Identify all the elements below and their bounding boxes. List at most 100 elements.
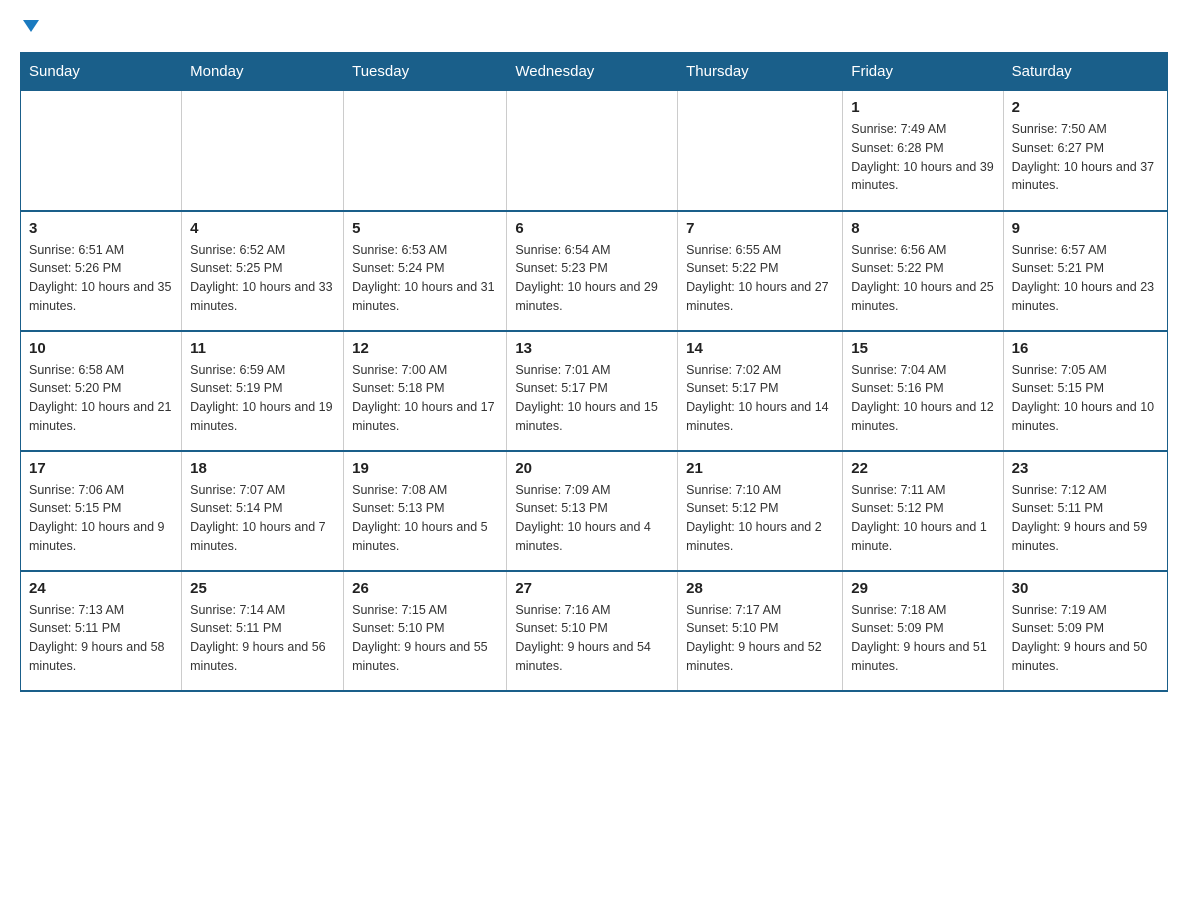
- day-number: 18: [190, 460, 335, 477]
- logo: [20, 20, 39, 32]
- day-detail: Sunrise: 7:14 AMSunset: 5:11 PMDaylight:…: [190, 601, 335, 676]
- day-number: 17: [29, 460, 173, 477]
- calendar-cell: 5 Sunrise: 6:53 AMSunset: 5:24 PMDaylight…: [344, 211, 507, 331]
- day-detail: Sunrise: 7:13 AMSunset: 5:11 PMDaylight:…: [29, 601, 173, 676]
- calendar-cell: 11 Sunrise: 6:59 AMSunset: 5:19 PMDayligh…: [182, 331, 344, 451]
- calendar-cell: 9 Sunrise: 6:57 AMSunset: 5:21 PMDaylight…: [1003, 211, 1167, 331]
- calendar-week-row: 24Sunrise: 7:13 AMSunset: 5:11 PMDayligh…: [21, 571, 1168, 691]
- day-detail: Sunrise: 7:09 AMSunset: 5:13 PMDaylight:…: [515, 481, 669, 556]
- calendar-cell: 21Sunrise: 7:10 AMSunset: 5:12 PMDayligh…: [678, 451, 843, 571]
- page-header: [20, 20, 1168, 32]
- calendar-cell: 22 Sunrise: 7:11 AMSunset: 5:12 PMDayligh…: [843, 451, 1003, 571]
- day-number: 7: [686, 220, 834, 237]
- calendar-cell: 15 Sunrise: 7:04 AMSunset: 5:16 PMDayligh…: [843, 331, 1003, 451]
- calendar-cell: 29 Sunrise: 7:18 AMSunset: 5:09 PMDayligh…: [843, 571, 1003, 691]
- day-detail: Sunrise: 6:58 AMSunset: 5:20 PMDaylight:…: [29, 361, 173, 436]
- day-detail: Sunrise: 7:04 AMSunset: 5:16 PMDaylight:…: [851, 361, 994, 436]
- weekday-header-row: SundayMondayTuesdayWednesdayThursdayFrid…: [21, 53, 1168, 91]
- calendar-cell: 20 Sunrise: 7:09 AMSunset: 5:13 PMDayligh…: [507, 451, 678, 571]
- day-detail: Sunrise: 7:16 AMSunset: 5:10 PMDaylight:…: [515, 601, 669, 676]
- calendar-cell: 16Sunrise: 7:05 AMSunset: 5:15 PMDayligh…: [1003, 331, 1167, 451]
- calendar-cell: [344, 91, 507, 211]
- weekday-header-thursday: Thursday: [678, 53, 843, 91]
- day-detail: Sunrise: 6:59 AMSunset: 5:19 PMDaylight:…: [190, 361, 335, 436]
- day-number: 9: [1012, 220, 1159, 237]
- day-number: 10: [29, 340, 173, 357]
- day-number: 30: [1012, 580, 1159, 597]
- day-detail: Sunrise: 6:53 AMSunset: 5:24 PMDaylight:…: [352, 241, 498, 316]
- calendar-cell: 4Sunrise: 6:52 AMSunset: 5:25 PMDaylight…: [182, 211, 344, 331]
- day-number: 27: [515, 580, 669, 597]
- weekday-header-sunday: Sunday: [21, 53, 182, 91]
- calendar-cell: 25 Sunrise: 7:14 AMSunset: 5:11 PMDayligh…: [182, 571, 344, 691]
- calendar-cell: 17 Sunrise: 7:06 AMSunset: 5:15 PMDayligh…: [21, 451, 182, 571]
- calendar-cell: [182, 91, 344, 211]
- day-detail: Sunrise: 7:18 AMSunset: 5:09 PMDaylight:…: [851, 601, 994, 676]
- day-number: 23: [1012, 460, 1159, 477]
- calendar-week-row: 1Sunrise: 7:49 AMSunset: 6:28 PMDaylight…: [21, 91, 1168, 211]
- calendar-cell: 1Sunrise: 7:49 AMSunset: 6:28 PMDaylight…: [843, 91, 1003, 211]
- day-detail: Sunrise: 7:06 AMSunset: 5:15 PMDaylight:…: [29, 481, 173, 556]
- weekday-header-saturday: Saturday: [1003, 53, 1167, 91]
- day-detail: Sunrise: 7:01 AMSunset: 5:17 PMDaylight:…: [515, 361, 669, 436]
- day-detail: Sunrise: 7:49 AMSunset: 6:28 PMDaylight:…: [851, 120, 994, 195]
- calendar-cell: [678, 91, 843, 211]
- day-detail: Sunrise: 6:51 AMSunset: 5:26 PMDaylight:…: [29, 241, 173, 316]
- calendar-cell: 10 Sunrise: 6:58 AMSunset: 5:20 PMDayligh…: [21, 331, 182, 451]
- calendar-cell: 28 Sunrise: 7:17 AMSunset: 5:10 PMDayligh…: [678, 571, 843, 691]
- day-detail: Sunrise: 7:19 AMSunset: 5:09 PMDaylight:…: [1012, 601, 1159, 676]
- calendar-cell: 8 Sunrise: 6:56 AMSunset: 5:22 PMDaylight…: [843, 211, 1003, 331]
- calendar-cell: 24Sunrise: 7:13 AMSunset: 5:11 PMDayligh…: [21, 571, 182, 691]
- calendar-cell: 13 Sunrise: 7:01 AMSunset: 5:17 PMDayligh…: [507, 331, 678, 451]
- day-number: 22: [851, 460, 994, 477]
- calendar-body: 1Sunrise: 7:49 AMSunset: 6:28 PMDaylight…: [21, 91, 1168, 691]
- day-number: 25: [190, 580, 335, 597]
- calendar-cell: 26Sunrise: 7:15 AMSunset: 5:10 PMDayligh…: [344, 571, 507, 691]
- calendar-cell: 2Sunrise: 7:50 AMSunset: 6:27 PMDaylight…: [1003, 91, 1167, 211]
- day-number: 12: [352, 340, 498, 357]
- calendar-cell: 23 Sunrise: 7:12 AMSunset: 5:11 PMDayligh…: [1003, 451, 1167, 571]
- weekday-header-monday: Monday: [182, 53, 344, 91]
- day-number: 6: [515, 220, 669, 237]
- calendar-cell: 27 Sunrise: 7:16 AMSunset: 5:10 PMDayligh…: [507, 571, 678, 691]
- day-detail: Sunrise: 7:12 AMSunset: 5:11 PMDaylight:…: [1012, 481, 1159, 556]
- day-number: 16: [1012, 340, 1159, 357]
- day-number: 5: [352, 220, 498, 237]
- day-detail: Sunrise: 7:00 AMSunset: 5:18 PMDaylight:…: [352, 361, 498, 436]
- calendar-cell: 19 Sunrise: 7:08 AMSunset: 5:13 PMDayligh…: [344, 451, 507, 571]
- day-detail: Sunrise: 7:07 AMSunset: 5:14 PMDaylight:…: [190, 481, 335, 556]
- day-number: 11: [190, 340, 335, 357]
- calendar-week-row: 17 Sunrise: 7:06 AMSunset: 5:15 PMDayligh…: [21, 451, 1168, 571]
- logo-triangle-icon: [23, 20, 39, 32]
- day-number: 15: [851, 340, 994, 357]
- day-number: 28: [686, 580, 834, 597]
- day-detail: Sunrise: 6:56 AMSunset: 5:22 PMDaylight:…: [851, 241, 994, 316]
- day-detail: Sunrise: 7:15 AMSunset: 5:10 PMDaylight:…: [352, 601, 498, 676]
- day-number: 2: [1012, 99, 1159, 116]
- calendar-cell: [21, 91, 182, 211]
- calendar-week-row: 10 Sunrise: 6:58 AMSunset: 5:20 PMDayligh…: [21, 331, 1168, 451]
- calendar-cell: [507, 91, 678, 211]
- day-detail: Sunrise: 7:17 AMSunset: 5:10 PMDaylight:…: [686, 601, 834, 676]
- day-number: 19: [352, 460, 498, 477]
- calendar-cell: 14 Sunrise: 7:02 AMSunset: 5:17 PMDayligh…: [678, 331, 843, 451]
- calendar-cell: 7Sunrise: 6:55 AMSunset: 5:22 PMDaylight…: [678, 211, 843, 331]
- calendar-week-row: 3 Sunrise: 6:51 AMSunset: 5:26 PMDaylight…: [21, 211, 1168, 331]
- weekday-header-wednesday: Wednesday: [507, 53, 678, 91]
- day-number: 29: [851, 580, 994, 597]
- day-number: 3: [29, 220, 173, 237]
- day-number: 8: [851, 220, 994, 237]
- weekday-header-tuesday: Tuesday: [344, 53, 507, 91]
- day-detail: Sunrise: 7:11 AMSunset: 5:12 PMDaylight:…: [851, 481, 994, 556]
- weekday-header-friday: Friday: [843, 53, 1003, 91]
- day-number: 14: [686, 340, 834, 357]
- day-detail: Sunrise: 7:02 AMSunset: 5:17 PMDaylight:…: [686, 361, 834, 436]
- day-number: 20: [515, 460, 669, 477]
- day-number: 4: [190, 220, 335, 237]
- calendar-cell: 18 Sunrise: 7:07 AMSunset: 5:14 PMDayligh…: [182, 451, 344, 571]
- calendar-table: SundayMondayTuesdayWednesdayThursdayFrid…: [20, 52, 1168, 692]
- calendar-cell: 12 Sunrise: 7:00 AMSunset: 5:18 PMDayligh…: [344, 331, 507, 451]
- day-number: 13: [515, 340, 669, 357]
- day-detail: Sunrise: 7:08 AMSunset: 5:13 PMDaylight:…: [352, 481, 498, 556]
- day-detail: Sunrise: 6:57 AMSunset: 5:21 PMDaylight:…: [1012, 241, 1159, 316]
